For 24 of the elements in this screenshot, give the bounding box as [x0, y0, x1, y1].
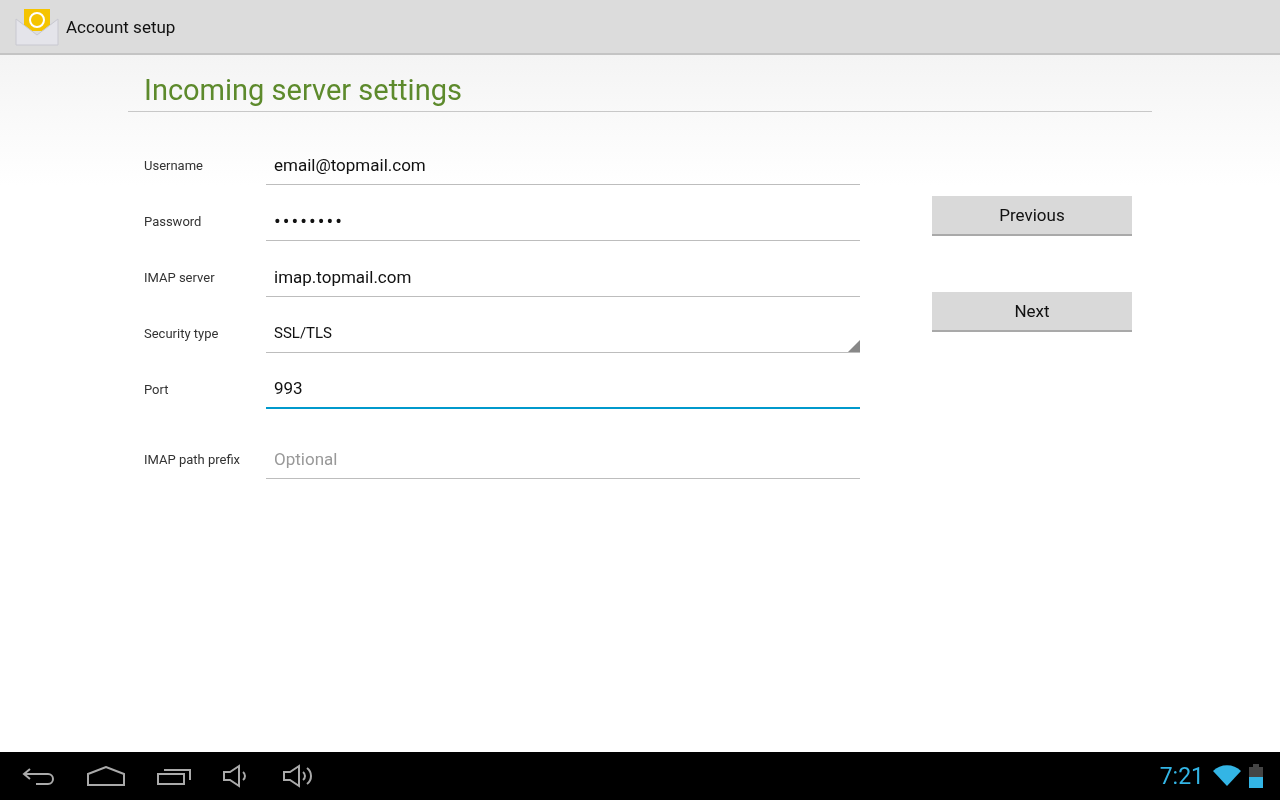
field-label: Password	[144, 213, 203, 229]
input-field[interactable]: email@topmail.com	[266, 145, 860, 185]
home-icon[interactable]	[86, 766, 126, 786]
recent-apps-icon[interactable]	[156, 766, 192, 786]
field-label: Port	[144, 381, 170, 397]
email-app-icon	[14, 6, 60, 47]
back-icon[interactable]	[22, 767, 56, 785]
dropdown-corner-icon	[848, 340, 860, 352]
input-field[interactable]: 993	[266, 369, 860, 409]
previous-button[interactable]: Previous	[932, 196, 1132, 236]
input-field[interactable]: imap.topmail.com	[266, 257, 860, 297]
wifi-icon	[1212, 765, 1242, 787]
field-label: Security type	[144, 325, 220, 341]
app-title: Account setup	[66, 16, 176, 37]
page-heading: Incoming server settings	[144, 73, 462, 107]
field-label: Username	[144, 157, 204, 173]
field-label: IMAP path prefix	[144, 451, 242, 467]
security-type-dropdown[interactable]: SSL/TLS	[266, 313, 860, 353]
input-field[interactable]: Optional	[266, 439, 860, 479]
password-field[interactable]: ••••••••	[266, 201, 860, 241]
clock: 7:21	[1159, 762, 1204, 790]
battery-icon	[1248, 764, 1264, 788]
field-label: IMAP server	[144, 269, 216, 285]
next-button[interactable]: Next	[932, 292, 1132, 332]
